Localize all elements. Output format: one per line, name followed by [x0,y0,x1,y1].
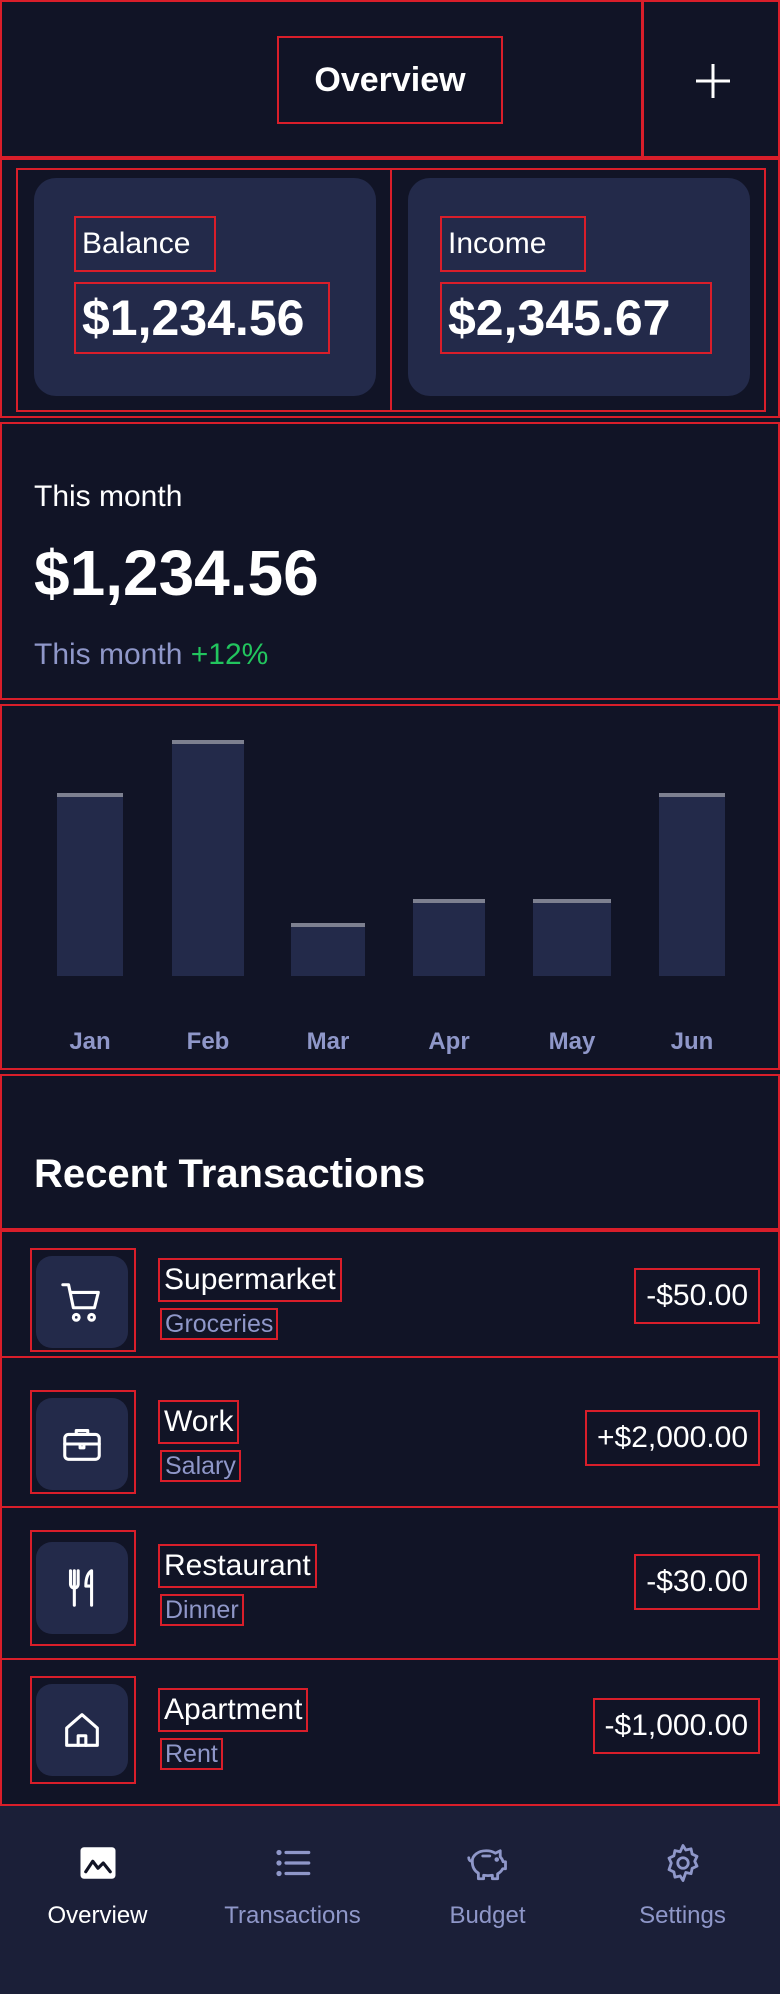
nav-label: Budget [449,1902,526,1929]
nav-label: Overview [47,1902,148,1929]
transaction-icon-box [30,1676,136,1784]
chart-bar [172,740,244,976]
transaction-amount: +$2,000.00 [585,1410,760,1466]
balance-label: Balance [74,216,216,272]
transaction-category: Dinner [160,1594,244,1626]
utensils-icon [36,1542,128,1634]
piggy-bank-icon [466,1849,507,1881]
transaction-category: Rent [160,1738,223,1770]
chart-x-label: Mar [306,1028,350,1055]
chart-bar [57,793,123,976]
transaction-amount: -$30.00 [634,1554,760,1610]
summary-label: This month [34,480,183,513]
income-value: $2,345.67 [440,282,712,354]
list-icon [275,1849,310,1877]
chart-x-label: Jan [69,1028,111,1055]
transaction-icon-box [30,1530,136,1646]
transaction-row[interactable]: Restaurant Dinner -$30.00 [0,1506,780,1660]
summary-cards: Balance $1,234.56 Income $2,345.67 [0,158,780,418]
monthly-bar-chart: Jan Feb Mar Apr May Jun [0,704,780,1070]
transaction-amount: -$1,000.00 [592,1698,760,1754]
nav-item-settings[interactable]: Settings [585,1806,780,1994]
transaction-icon-box [30,1390,136,1494]
transaction-amount: -$50.00 [634,1268,760,1324]
balance-card[interactable]: Balance $1,234.56 [34,178,376,396]
balance-value: $1,234.56 [74,282,330,354]
transaction-icon-box [30,1248,136,1352]
trend-percent: +12% [190,638,269,671]
bottom-nav: Overview Transactions Budget Settings [0,1806,780,1994]
transaction-name: Supermarket [158,1258,342,1302]
chart-bar [659,793,725,976]
transaction-row[interactable]: Apartment Rent -$1,000.00 [0,1658,780,1806]
transaction-category: Salary [160,1450,241,1482]
add-button[interactable] [644,2,780,160]
recent-transactions-header: Recent Transactions [0,1074,780,1230]
home-icon [36,1684,128,1776]
nav-item-transactions[interactable]: Transactions [195,1806,390,1994]
chart-icon [80,1847,115,1879]
summary-trend: This month +12% [34,638,268,672]
chart-bar-cap [172,740,244,744]
transaction-row[interactable]: Supermarket Groceries -$50.00 [0,1230,780,1358]
gear-icon [667,1844,698,1882]
chart-bar-cap [533,899,611,903]
transaction-name: Apartment [158,1688,309,1732]
nav-item-budget[interactable]: Budget [390,1806,585,1994]
cart-icon [36,1256,128,1348]
chart-bar [533,899,611,976]
chart-bar [291,923,365,976]
chart-x-label: Jun [670,1028,714,1055]
briefcase-icon [36,1398,128,1490]
chart-x-label: Feb [186,1028,230,1055]
monthly-summary: This month $1,234.56 This month +12% [0,422,780,700]
transaction-row[interactable]: Work Salary +$2,000.00 [0,1356,780,1508]
summary-amount: $1,234.56 [34,537,319,609]
chart-x-label: Apr [428,1028,470,1055]
transaction-name: Work [158,1400,240,1444]
transaction-name: Restaurant [158,1544,317,1588]
chart-bar [413,899,485,976]
nav-item-overview[interactable]: Overview [0,1806,195,1994]
nav-label: Transactions [224,1902,361,1929]
section-title: Recent Transactions [34,1152,426,1196]
chart-bar-cap [57,793,123,797]
chart-x-label: May [548,1028,596,1055]
trend-label: This month [34,638,183,671]
page-title: Overview [277,36,503,124]
chart-bar-cap [291,923,365,927]
income-label: Income [440,216,586,272]
income-card[interactable]: Income $2,345.67 [408,178,750,396]
transaction-category: Groceries [160,1308,279,1340]
plus-icon [696,64,730,98]
chart-bar-cap [413,899,485,903]
nav-label: Settings [639,1902,726,1929]
chart-bar-cap [659,793,725,797]
app-header: Overview [0,0,780,160]
